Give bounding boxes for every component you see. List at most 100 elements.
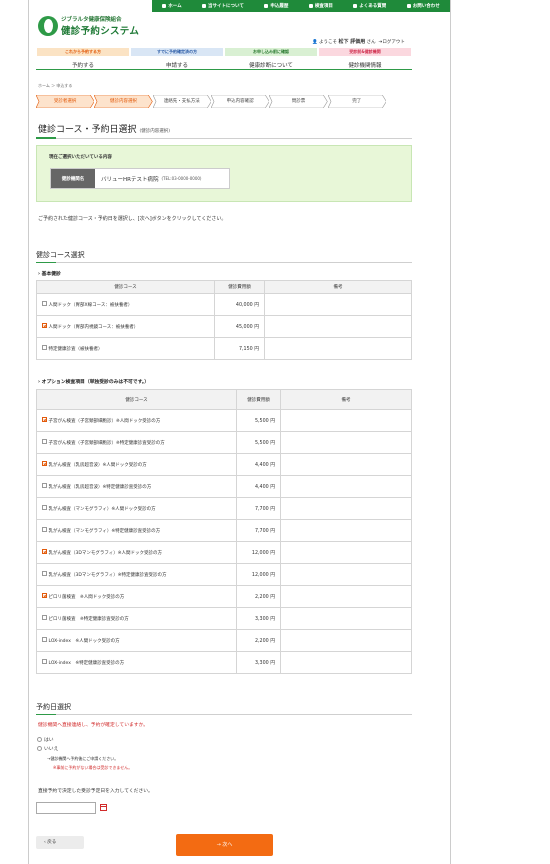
breadcrumb: ホーム ＞ 申込する bbox=[38, 83, 73, 88]
course-cell: 乳がん検査（マンモグラフィ）※人間ドック受診の方 bbox=[36, 497, 237, 520]
menu-tag: 受診前&健診機関 bbox=[319, 48, 411, 56]
nav-about[interactable]: 当サイトについて bbox=[202, 3, 244, 9]
table-row[interactable]: LOX-index ※特定健康診査受診の方 3,300 円 bbox=[36, 651, 412, 674]
instruction-text: ご予約された健診コース・予約日を選択し、[次へ]ボタンをクリックしてください。 bbox=[38, 216, 227, 222]
top-nav: ホーム 当サイトについて 申込履歴 検査項目 よくある質問 お問い合わせ bbox=[152, 0, 450, 12]
date-instruction: 直接予約で決定した受診予定日を入力してください。 bbox=[38, 789, 153, 794]
table-row[interactable]: 子宮がん検査（子宮頸部細胞診）※特定健康診査受診の方 5,500 円 bbox=[36, 431, 412, 454]
menu-label: 申請する bbox=[165, 63, 188, 69]
course-checkbox[interactable] bbox=[42, 549, 47, 554]
course-checkbox[interactable] bbox=[42, 301, 47, 306]
note-cell bbox=[280, 585, 412, 608]
nav-contact[interactable]: お問い合わせ bbox=[406, 3, 440, 9]
logo-title: 健診予約システム bbox=[61, 26, 140, 37]
course-name: 特定健康診査（被扶養者） bbox=[48, 346, 103, 352]
menu-tag: これから予約する方 bbox=[37, 48, 129, 56]
nav-history[interactable]: 申込履歴 bbox=[264, 3, 288, 9]
menu-about-checkup[interactable]: お申し込み前に確認 健康診断について bbox=[224, 48, 318, 70]
course-checkbox[interactable] bbox=[42, 417, 47, 422]
nav-items[interactable]: 検査項目 bbox=[308, 3, 333, 9]
radio-no[interactable]: いいえ bbox=[37, 745, 58, 752]
table-row[interactable]: 乳がん検査（マンモグラフィ）※特定健康診査受診の方 7,700 円 bbox=[36, 519, 412, 542]
site-logo[interactable]: ジブラルタ健康保険組合 健診予約システム bbox=[38, 15, 139, 37]
user-name: 松下 評価用 bbox=[338, 39, 366, 45]
note-cell bbox=[280, 475, 412, 498]
course-cell: LOX-index ※特定健康診査受診の方 bbox=[36, 651, 237, 674]
menu-label: 健康診断について bbox=[249, 63, 293, 69]
option-table: 健診コース 健診費用額 備考 子宮がん検査（子宮頸部細胞診）※人間ドック受診の方… bbox=[36, 389, 412, 674]
price-cell: 5,500 円 bbox=[236, 409, 281, 432]
next-button[interactable]: → 次へ bbox=[176, 834, 273, 856]
course-checkbox[interactable] bbox=[42, 659, 47, 664]
table-row[interactable]: LOX-index ※人間ドック受診の方 2,200 円 bbox=[36, 629, 412, 652]
current-selection-box: 現在ご選択いただいている内容 健診機関名 バリューHRテスト病院 (TEL:03-… bbox=[36, 145, 412, 202]
price-cell: 12,000 円 bbox=[236, 563, 281, 586]
price-cell: 40,000 円 bbox=[214, 293, 265, 316]
course-cell: ピロリ菌検査 ※特定健康診査受診の方 bbox=[36, 607, 237, 630]
note-cell bbox=[280, 541, 412, 564]
course-cell: ピロリ菌検査 ※人間ドック受診の方 bbox=[36, 585, 237, 608]
course-checkbox[interactable] bbox=[42, 615, 47, 620]
menu-reserve[interactable]: これから予約する方 予約する bbox=[36, 48, 130, 70]
note-cell bbox=[280, 431, 412, 454]
no-note-2: ※事前に予約がない場合は受診できません。 bbox=[53, 765, 133, 770]
course-checkbox[interactable] bbox=[42, 483, 47, 488]
table-row[interactable]: 乳がん検査（乳房超音波）※人間ドック受診の方 4,400 円 bbox=[36, 453, 412, 476]
table-row[interactable]: 子宮がん検査（子宮頸部細胞診）※人間ドック受診の方 5,500 円 bbox=[36, 409, 412, 432]
course-checkbox[interactable] bbox=[42, 571, 47, 576]
col-price: 健診費用額 bbox=[236, 389, 281, 410]
menu-institution-info[interactable]: 受診前&健診機関 健診機関情報 bbox=[318, 48, 412, 70]
course-checkbox[interactable] bbox=[42, 637, 47, 642]
course-checkbox[interactable] bbox=[42, 527, 47, 532]
table-row[interactable]: 乳がん検査（マンモグラフィ）※人間ドック受診の方 7,700 円 bbox=[36, 497, 412, 520]
calendar-icon[interactable] bbox=[100, 804, 107, 811]
course-checkbox[interactable] bbox=[42, 439, 47, 444]
mail-icon bbox=[406, 3, 411, 8]
table-row[interactable]: 乳がん検査（乳房超音波）※特定健康診査受診の方 4,400 円 bbox=[36, 475, 412, 498]
basic-heading: 基本健診 bbox=[38, 270, 61, 277]
table-row[interactable]: 人間ドック（胃部内視鏡コース：被扶養者） 45,000 円 bbox=[36, 315, 412, 338]
table-row[interactable]: 人間ドック（胃部X線コース：被扶養者） 40,000 円 bbox=[36, 293, 412, 316]
course-checkbox[interactable] bbox=[42, 461, 47, 466]
option-heading: オプション検査項目（単独受診のみは不可です。） bbox=[38, 378, 149, 385]
no-note-1: →健診機関へ予約後にご申請ください。 bbox=[47, 756, 119, 761]
title-divider bbox=[36, 137, 412, 139]
course-cell: 乳がん検査（3Dマンモグラフィ）※人間ドック受診の方 bbox=[36, 541, 237, 564]
price-cell: 45,000 円 bbox=[214, 315, 265, 338]
menu-apply[interactable]: すでに予約確定済の方 申請する bbox=[130, 48, 224, 70]
col-course: 健診コース bbox=[36, 280, 215, 294]
note-cell bbox=[280, 519, 412, 542]
course-checkbox[interactable] bbox=[42, 505, 47, 510]
nav-home[interactable]: ホーム bbox=[162, 3, 182, 9]
course-checkbox[interactable] bbox=[42, 345, 47, 350]
nav-faq[interactable]: よくある質問 bbox=[353, 3, 386, 9]
course-name: 乳がん検査（乳房超音波）※人間ドック受診の方 bbox=[48, 462, 147, 468]
table-row[interactable]: ピロリ菌検査 ※人間ドック受診の方 2,200 円 bbox=[36, 585, 412, 608]
course-name: 子宮がん検査（子宮頸部細胞診）※人間ドック受診の方 bbox=[48, 418, 161, 424]
menu-tag: お申し込み前に確認 bbox=[225, 48, 317, 56]
course-section-heading: 健診コース選択 bbox=[36, 250, 412, 263]
col-price: 健診費用額 bbox=[214, 280, 265, 294]
course-cell: 乳がん検査（マンモグラフィ）※特定健康診査受診の方 bbox=[36, 519, 237, 542]
table-row[interactable]: 特定健康診査（被扶養者） 7,150 円 bbox=[36, 337, 412, 360]
course-name: LOX-index ※特定健康診査受診の方 bbox=[48, 660, 125, 666]
page-title: 健診コース・予約日選択 (健診内容選択) bbox=[38, 125, 170, 135]
course-checkbox[interactable] bbox=[42, 323, 47, 328]
table-row[interactable]: 乳がん検査（3Dマンモグラフィ）※人間ドック受診の方 12,000 円 bbox=[36, 541, 412, 564]
reserve-date-input[interactable] bbox=[36, 802, 96, 814]
logout-link[interactable]: ⇥ログアウト bbox=[379, 40, 405, 45]
course-checkbox[interactable] bbox=[42, 593, 47, 598]
step-5: 問診票 bbox=[269, 95, 328, 108]
price-cell: 7,150 円 bbox=[214, 337, 265, 360]
step-3: 連絡先・支払方法 bbox=[152, 95, 211, 108]
course-cell: LOX-index ※人間ドック受診の方 bbox=[36, 629, 237, 652]
radio-yes[interactable]: はい bbox=[37, 736, 54, 743]
course-cell: 人間ドック（胃部X線コース：被扶養者） bbox=[36, 293, 215, 316]
logo-subtitle: ジブラルタ健康保険組合 bbox=[61, 17, 122, 23]
price-cell: 2,200 円 bbox=[236, 585, 281, 608]
hospital-tel: (TEL:03-0000-0000) bbox=[161, 176, 202, 181]
back-button[interactable]: ‹ 戻る bbox=[36, 836, 84, 849]
table-row[interactable]: 乳がん検査（3Dマンモグラフィ）※特定健康診査受診の方 12,000 円 bbox=[36, 563, 412, 586]
course-cell: 子宮がん検査（子宮頸部細胞診）※特定健康診査受診の方 bbox=[36, 431, 237, 454]
table-row[interactable]: ピロリ菌検査 ※特定健康診査受診の方 3,300 円 bbox=[36, 607, 412, 630]
